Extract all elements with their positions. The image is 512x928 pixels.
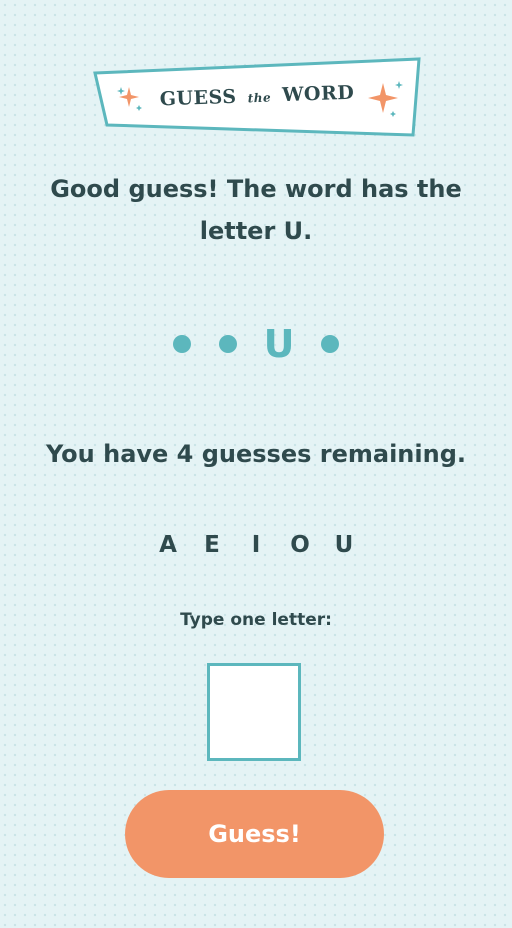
guessed-letter: A — [159, 532, 177, 558]
input-prompt: Type one letter: — [180, 610, 332, 630]
hidden-letter-slot — [172, 318, 192, 370]
guessed-letter: O — [290, 532, 310, 558]
logo-word-the: the — [247, 90, 272, 106]
word-display: U — [0, 318, 512, 370]
guesses-remaining: You have 4 guesses remaining. — [46, 440, 466, 468]
guessed-letter: I — [251, 532, 261, 558]
letter-input[interactable] — [207, 663, 301, 761]
guessed-letter: U — [334, 532, 354, 558]
hidden-letter-slot — [320, 318, 340, 370]
game-logo: GUESS the WORD — [93, 57, 421, 137]
feedback-message: Good guess! The word has the letter U. — [50, 175, 462, 245]
guess-button[interactable]: Guess! — [125, 790, 384, 878]
guessed-letter: E — [204, 532, 220, 558]
logo-word-word: WORD — [281, 81, 355, 107]
hidden-letter-slot — [218, 318, 238, 370]
revealed-letter-slot: U — [263, 322, 295, 366]
logo-word-guess: GUESS — [159, 85, 237, 111]
guessed-letters: A E I O U — [0, 532, 512, 558]
